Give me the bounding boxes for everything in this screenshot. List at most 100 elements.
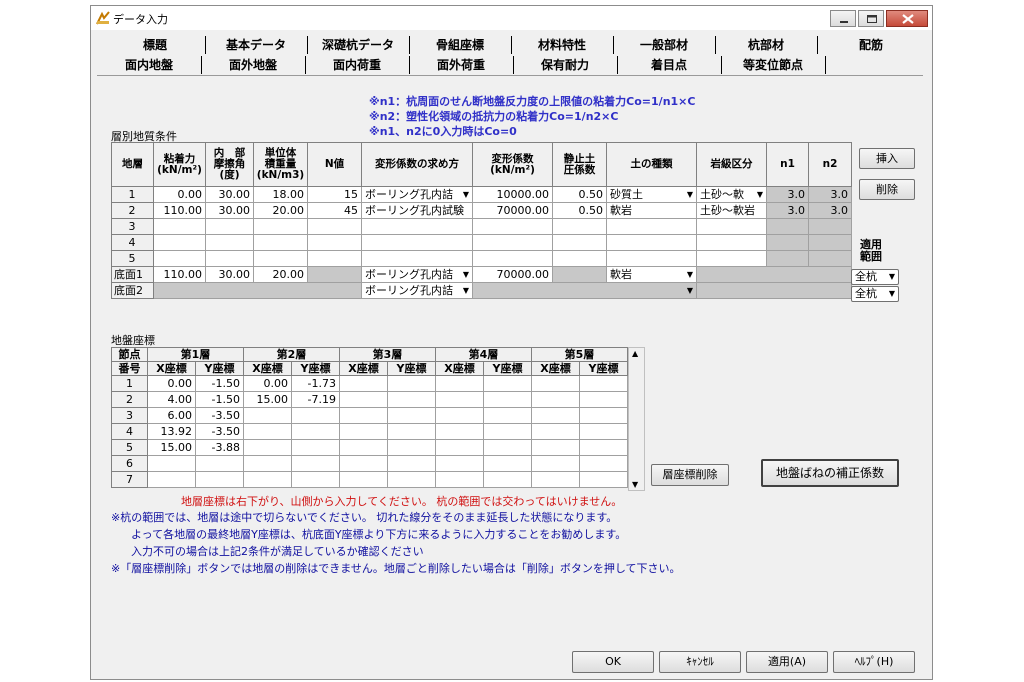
earth-pressure-cell[interactable] [552,250,607,267]
deform-method-select[interactable]: ボーリング孔内詰 ▼ [361,186,473,203]
coord-cell[interactable] [531,407,580,424]
tab-basic-data[interactable]: 基本データ [205,36,308,54]
insert-button[interactable]: 挿入 [859,148,915,169]
unit-weight-cell[interactable]: 20.00 [253,266,308,283]
coord-cell[interactable] [243,471,292,488]
coord-cell[interactable] [531,391,580,408]
deform-modulus-cell[interactable] [472,250,553,267]
n1-cell[interactable] [766,234,809,251]
deform-modulus-cell[interactable]: 70000.00 [472,266,553,283]
tab-inplane-ground[interactable]: 面内地盤 [97,56,202,74]
friction-angle-cell[interactable]: 30.00 [205,186,254,203]
coord-cell[interactable]: 0.00 [147,375,196,392]
tab-focus-point[interactable]: 着目点 [617,56,722,74]
earth-pressure-cell[interactable] [552,234,607,251]
deform-modulus-cell[interactable] [472,218,553,235]
deform-method-cell[interactable]: ボーリング孔内試験 [361,202,473,219]
coord-cell[interactable] [243,455,292,472]
n1-cell[interactable]: 3.0 [766,186,809,203]
coord-cell[interactable] [339,407,388,424]
n2-cell[interactable]: 3.0 [808,202,852,219]
coord-cell[interactable] [195,455,244,472]
n2-cell[interactable]: 3.0 [808,186,852,203]
unit-weight-cell[interactable] [253,218,308,235]
n-value-cell[interactable]: 45 [307,202,362,219]
tab-pile-member[interactable]: 杭部材 [715,36,818,54]
coord-cell[interactable] [291,407,340,424]
coord-cell[interactable] [483,391,532,408]
coord-cell[interactable] [339,455,388,472]
n-value-cell[interactable]: 15 [307,186,362,203]
soil-type-cell[interactable] [606,234,697,251]
coord-cell[interactable] [435,407,484,424]
coord-cell[interactable] [435,375,484,392]
coord-cell[interactable] [291,455,340,472]
coord-cell[interactable]: -1.50 [195,375,244,392]
coord-cell[interactable] [339,471,388,488]
coord-cell[interactable] [435,423,484,440]
friction-angle-cell[interactable]: 30.00 [205,202,254,219]
deform-method-select[interactable]: ボーリング孔内詰 ▼ [361,282,473,299]
dropdown-arrow-icon[interactable]: ▼ [687,284,693,298]
tab-frame-coords[interactable]: 骨組座標 [409,36,512,54]
coord-cell[interactable] [531,375,580,392]
friction-angle-cell[interactable]: 30.00 [205,266,254,283]
rock-class-cell[interactable]: 土砂～軟岩 [696,202,767,219]
earth-pressure-cell[interactable]: 0.50 [552,186,607,203]
tab-outplane-load[interactable]: 面外荷重 [409,56,514,74]
coord-cell[interactable] [435,391,484,408]
n2-cell[interactable] [808,250,852,267]
coord-cell[interactable] [531,471,580,488]
rock-class-cell[interactable] [696,218,767,235]
coord-cell[interactable] [387,391,436,408]
cohesion-cell[interactable]: 110.00 [153,202,206,219]
rock-class-select[interactable]: 土砂～軟 ▼ [696,186,767,203]
deform-method-cell[interactable] [361,250,473,267]
tab-reinforcement[interactable]: 配筋 [817,36,925,54]
coord-cell[interactable]: 0.00 [243,375,292,392]
close-button[interactable] [886,10,928,27]
coord-cell[interactable]: -3.50 [195,423,244,440]
delete-button[interactable]: 削除 [859,179,915,200]
range-select-2[interactable]: 全杭 ▼ [851,286,899,302]
coord-cell[interactable] [531,455,580,472]
coord-cell[interactable] [387,471,436,488]
cancel-button[interactable]: ｷｬﾝｾﾙ [659,651,741,673]
coord-cell[interactable] [195,471,244,488]
coord-cell[interactable]: -3.88 [195,439,244,456]
soil-type-select[interactable]: ▼ [472,282,697,299]
coord-cell[interactable]: 15.00 [243,391,292,408]
coord-cell[interactable]: 6.00 [147,407,196,424]
coord-cell[interactable] [579,439,628,456]
coord-cell[interactable] [483,423,532,440]
coord-cell[interactable] [435,439,484,456]
coord-cell[interactable] [435,471,484,488]
scroll-down-icon[interactable]: ▼ [632,480,638,489]
coord-cell[interactable] [531,423,580,440]
coord-cell[interactable] [483,375,532,392]
delete-coords-button[interactable]: 層座標削除 [651,464,729,486]
tab-outplane-ground[interactable]: 面外地盤 [201,56,306,74]
coord-cell[interactable] [339,439,388,456]
coord-cell[interactable] [387,455,436,472]
coord-cell[interactable]: 4.00 [147,391,196,408]
friction-angle-cell[interactable] [205,234,254,251]
coord-cell[interactable] [483,471,532,488]
tab-inplane-load[interactable]: 面内荷重 [305,56,410,74]
n-value-cell[interactable] [307,234,362,251]
cohesion-cell[interactable]: 0.00 [153,186,206,203]
coord-cell[interactable] [147,471,196,488]
coord-cell[interactable] [243,439,292,456]
coord-cell[interactable] [147,455,196,472]
coord-cell[interactable]: -3.50 [195,407,244,424]
coord-cell[interactable]: 13.92 [147,423,196,440]
coord-cell[interactable] [339,423,388,440]
cohesion-cell[interactable]: 110.00 [153,266,206,283]
friction-angle-cell[interactable] [205,250,254,267]
tab-capacity[interactable]: 保有耐力 [513,56,618,74]
cohesion-cell[interactable] [153,218,206,235]
coord-cell[interactable] [579,375,628,392]
dropdown-arrow-icon[interactable]: ▼ [463,268,469,282]
ground-spring-button[interactable]: 地盤ばねの補正係数 [761,459,899,487]
dropdown-arrow-icon[interactable]: ▼ [687,268,693,282]
